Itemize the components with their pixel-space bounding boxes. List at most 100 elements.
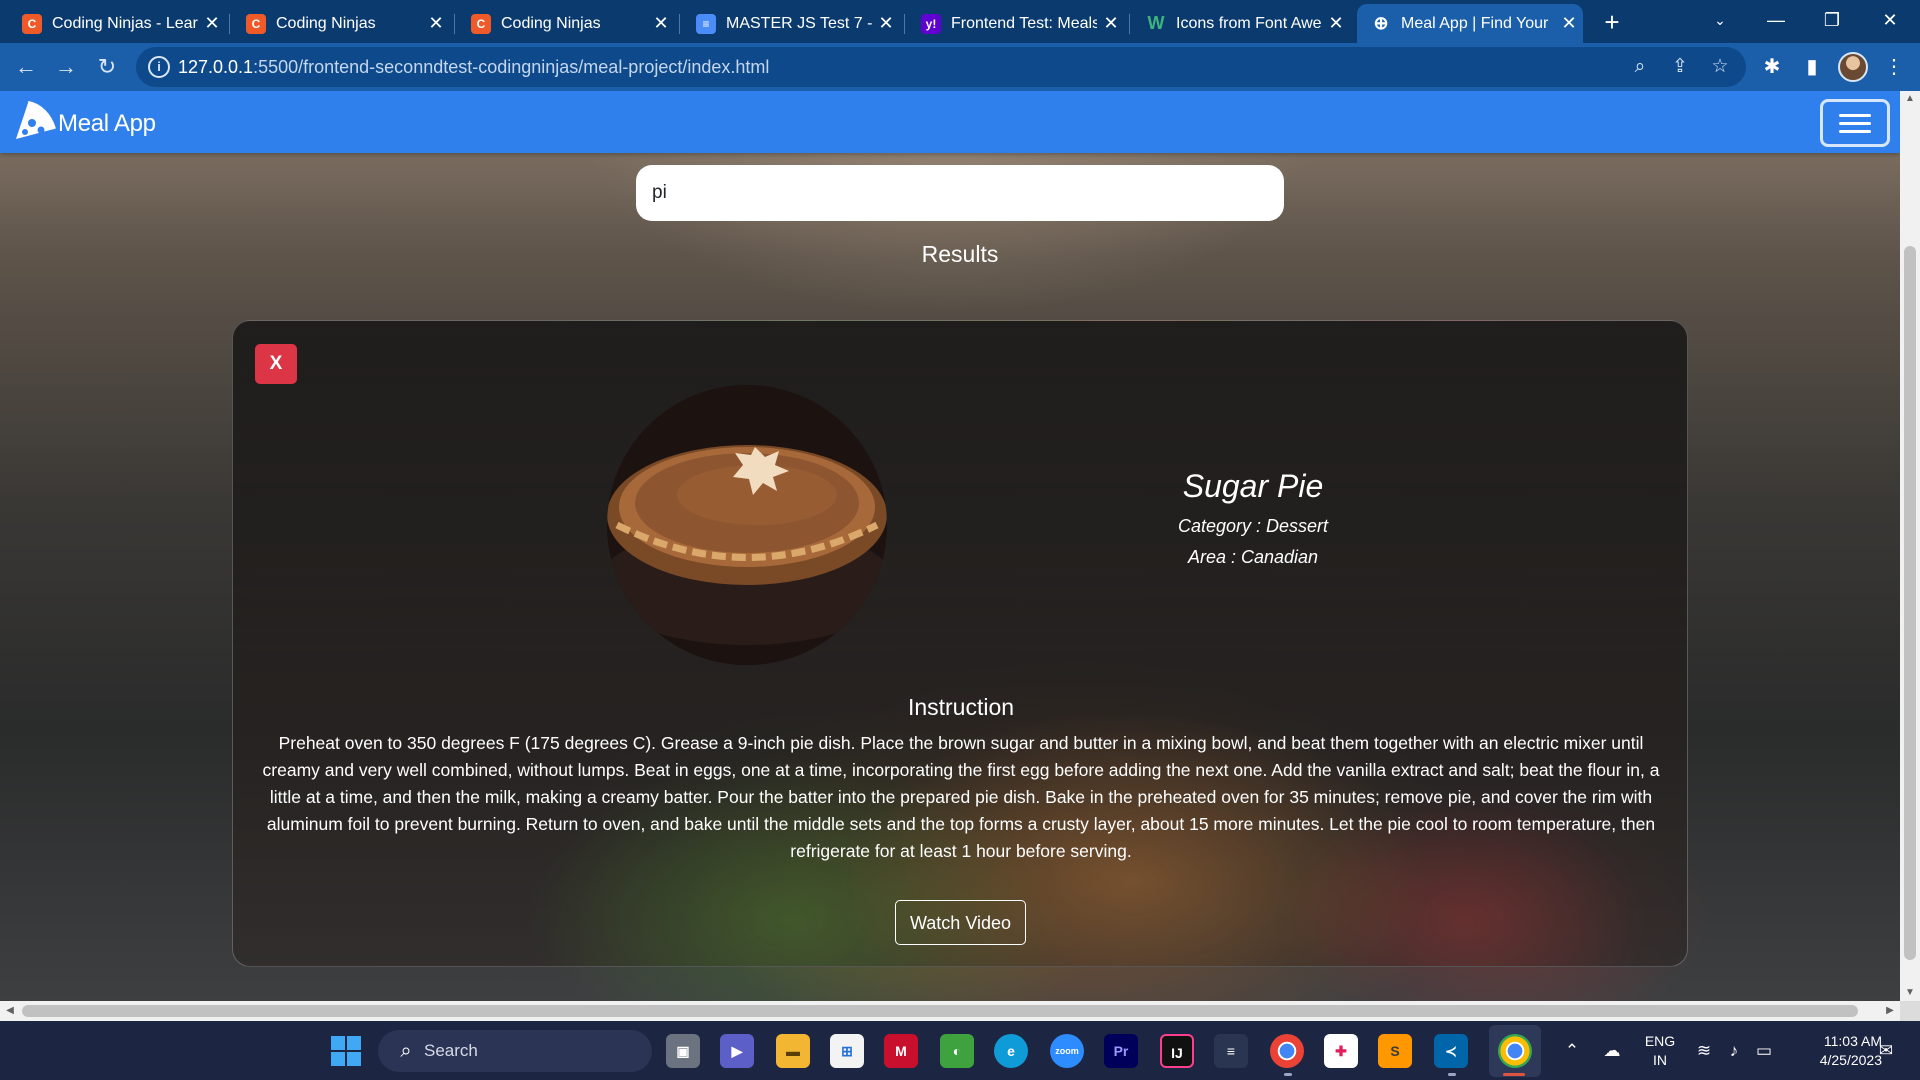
close-tab-icon[interactable]: ✕ [1097, 13, 1125, 34]
language-indicator[interactable]: ENG IN [1640, 1032, 1680, 1070]
horizontal-scrollbar[interactable]: ◀ ▶ [0, 1001, 1900, 1021]
tab-title: Meal App | Find Your [1401, 14, 1549, 32]
watch-video-button[interactable]: Watch Video [895, 900, 1026, 945]
close-tab-icon[interactable]: ✕ [1322, 13, 1350, 34]
meal-category: Category : Dessert [1177, 516, 1329, 536]
zoom-icon[interactable]: zoom [1050, 1034, 1084, 1068]
w-icon: W [1147, 13, 1165, 33]
mcafee-icon[interactable]: M [884, 1034, 918, 1068]
close-tab-icon[interactable]: ✕ [1555, 13, 1583, 34]
yahoo-icon: y! [921, 13, 941, 34]
extensions-puzzle-icon[interactable]: ✱ [1756, 51, 1788, 83]
zoom-icon[interactable]: ⌕ [1628, 55, 1652, 79]
coding-ninjas-icon: C [246, 13, 266, 34]
volume-icon[interactable]: ♪ [1722, 1039, 1746, 1063]
instruction-text: Preheat oven to 350 degrees F (175 degre… [262, 733, 1660, 861]
clock-time: 11:03 AM [1823, 1033, 1882, 1049]
reload-icon[interactable]: ↻ [91, 51, 123, 83]
close-tab-icon[interactable]: ✕ [198, 13, 226, 34]
forward-arrow-icon[interactable]: → [50, 51, 82, 83]
hamburger-line [1839, 122, 1871, 125]
url-host: 127.0.0.1 [178, 57, 254, 77]
intellij-icon[interactable]: IJ [1160, 1034, 1194, 1068]
brand-name[interactable]: Meal App [58, 110, 156, 138]
address-bar[interactable]: i 127.0.0.1:5500/frontend-seconndtest-co… [136, 47, 1746, 87]
back-arrow-icon[interactable]: ← [10, 51, 42, 83]
new-tab-button[interactable]: + [1596, 6, 1628, 38]
horizontal-scroll-thumb[interactable] [22, 1005, 1858, 1017]
browser-tab-meal-app[interactable]: ⊕ Meal App | Find Your ✕ [1357, 4, 1583, 43]
window-close-icon[interactable]: ✕ [1862, 0, 1918, 40]
restore-icon[interactable]: ❐ [1804, 0, 1860, 40]
close-tab-icon[interactable]: ✕ [647, 13, 675, 34]
site-info-icon[interactable]: i [148, 56, 170, 78]
scroll-left-arrow-icon[interactable]: ◀ [2, 1001, 18, 1021]
scroll-up-arrow-icon[interactable]: ▲ [1900, 91, 1920, 107]
virtualbox-icon[interactable]: ≡ [1214, 1034, 1248, 1068]
coding-ninjas-icon: C [471, 13, 491, 34]
url-text[interactable]: 127.0.0.1:5500/frontend-seconndtest-codi… [178, 57, 769, 78]
scroll-down-arrow-icon[interactable]: ▼ [1900, 985, 1920, 1001]
pizza-logo-icon[interactable] [12, 99, 56, 141]
tab-search-icon[interactable]: ⌄ [1692, 0, 1748, 40]
running-indicator [1284, 1073, 1292, 1076]
slack-icon[interactable]: ✚ [1324, 1034, 1358, 1068]
vscode-icon[interactable]: ≺ [1434, 1034, 1468, 1068]
windows-start-icon[interactable] [330, 1035, 362, 1067]
system-clock[interactable]: 11:03 AM 4/25/2023 [1782, 1032, 1882, 1070]
sublime-text-icon[interactable]: S [1378, 1034, 1412, 1068]
tab-separator [454, 14, 455, 34]
microsoft-store-icon[interactable]: ⊞ [830, 1034, 864, 1068]
language-code: ENG [1644, 1033, 1676, 1049]
browser-tab-frontend-test[interactable]: y! Frontend Test: Meals A ✕ [907, 4, 1125, 43]
browser-tab-master-js-test[interactable]: ≡ MASTER JS Test 7 - M ✕ [682, 4, 900, 43]
running-indicator [1448, 1073, 1456, 1076]
navbar-toggler-button[interactable] [1820, 99, 1890, 147]
browser-toolbar: ← → ↻ i 127.0.0.1:5500/frontend-seconndt… [0, 43, 1920, 91]
chrome-profile-icon[interactable] [1270, 1034, 1304, 1068]
close-detail-button[interactable]: X [255, 344, 297, 384]
minimize-icon[interactable]: — [1748, 0, 1804, 40]
notification-bell-icon[interactable]: ✉ [1874, 1039, 1898, 1063]
profile-avatar[interactable] [1838, 52, 1868, 82]
tab-separator [229, 14, 230, 34]
side-panel-icon[interactable]: ▮ [1796, 51, 1828, 83]
browser-tab-coding-ninjas-2[interactable]: C Coding Ninjas ✕ [232, 4, 450, 43]
meal-name: Sugar Pie [1182, 468, 1324, 504]
edge-icon[interactable]: e [994, 1034, 1028, 1068]
battery-icon[interactable]: ▭ [1752, 1039, 1776, 1063]
tab-separator [1129, 14, 1130, 34]
browser-menu-icon[interactable]: ⋮ [1878, 51, 1910, 83]
teams-chat-icon[interactable]: ▶ [720, 1034, 754, 1068]
chrome-icon[interactable] [1498, 1034, 1532, 1068]
file-explorer-icon[interactable]: ▬ [776, 1034, 810, 1068]
tab-title: Coding Ninjas [276, 14, 376, 32]
browser-tab-font-awesome[interactable]: W Icons from Font Awes ✕ [1132, 4, 1350, 43]
bookmark-star-icon[interactable]: ☆ [1708, 55, 1732, 79]
show-hidden-icons-chevron-icon[interactable]: ⌃ [1560, 1039, 1584, 1063]
onedrive-cloud-icon[interactable]: ☁ [1600, 1039, 1624, 1063]
premiere-pro-icon[interactable]: Pr [1104, 1034, 1138, 1068]
close-tab-icon[interactable]: ✕ [872, 13, 900, 34]
browser-tab-strip: C Coding Ninjas - Learn ✕ C Coding Ninja… [0, 0, 1920, 43]
clock-date: 4/25/2023 [1819, 1052, 1882, 1068]
share-icon[interactable]: ⇪ [1668, 55, 1692, 79]
vertical-scroll-thumb[interactable] [1904, 246, 1916, 960]
hamburger-line [1839, 114, 1871, 117]
results-heading: Results [921, 241, 999, 267]
task-view-icon[interactable]: ▣ [666, 1034, 700, 1068]
taskbar-search-box[interactable]: ⌕ Search [378, 1030, 652, 1072]
green-app-icon[interactable]: ◐ [940, 1034, 974, 1068]
vertical-scrollbar[interactable]: ▲ ▼ [1900, 91, 1920, 1001]
wifi-icon[interactable]: ≋ [1692, 1039, 1716, 1063]
windows-taskbar: ⌕ Search ▣ ▶ ▬ ⊞ M ◐ e zoom Pr IJ ≡ ✚ S … [0, 1021, 1920, 1080]
instruction-heading: Instruction [907, 694, 1015, 720]
browser-tab-coding-ninjas-learn[interactable]: C Coding Ninjas - Learn ✕ [8, 4, 226, 43]
meal-image [607, 385, 887, 665]
scroll-right-arrow-icon[interactable]: ▶ [1882, 1001, 1898, 1021]
taskbar-search-label: Search [424, 1041, 478, 1060]
meal-search-input[interactable] [636, 165, 1284, 221]
hamburger-line [1839, 130, 1871, 133]
close-tab-icon[interactable]: ✕ [422, 13, 450, 34]
browser-tab-coding-ninjas-3[interactable]: C Coding Ninjas ✕ [457, 4, 675, 43]
